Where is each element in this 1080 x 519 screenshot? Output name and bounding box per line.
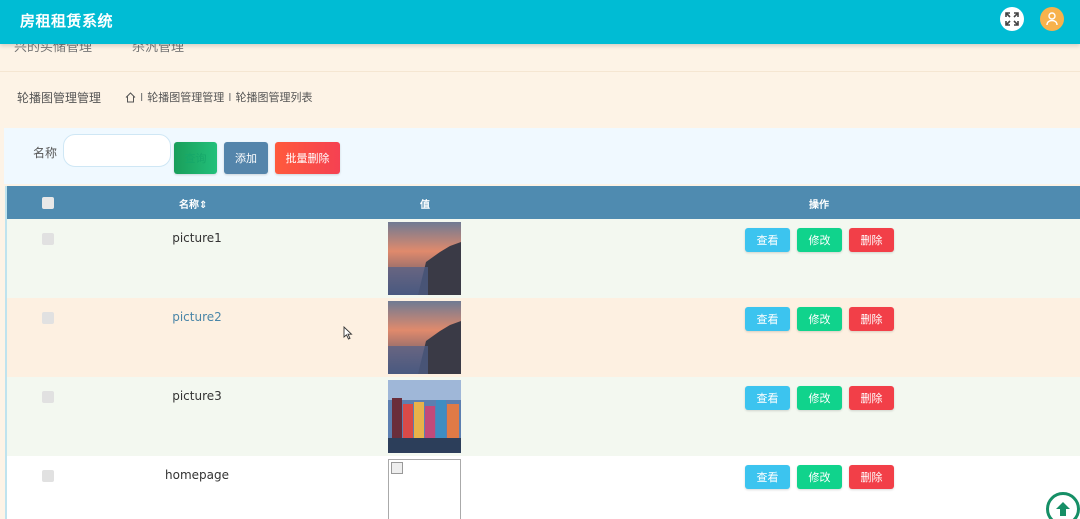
top-bar: 房租租赁系统 (0, 0, 1080, 44)
colorful-buildings-image (388, 380, 461, 453)
search-button[interactable]: 查询 (174, 142, 217, 174)
delete-button[interactable]: 删除 (849, 465, 894, 489)
batch-delete-button[interactable]: 批量删除 (275, 142, 340, 174)
nav-tabs: 兴的买储管理 杀汎管理 (0, 44, 1080, 72)
fullscreen-icon (1005, 12, 1019, 26)
table-row: picture3 查看 修改 删除 (7, 377, 1080, 456)
table-row: picture1 查看 修改 删除 (7, 219, 1080, 298)
row-name: picture3 (172, 389, 222, 403)
nav-tab[interactable]: 兴的买储管理 (14, 44, 92, 55)
table-row: picture2 查看 修改 删除 (7, 298, 1080, 377)
edit-button[interactable]: 修改 (797, 386, 842, 410)
breadcrumb-link[interactable]: 轮播图管理管理 (147, 89, 224, 105)
view-button[interactable]: 查看 (745, 228, 790, 252)
row-image (388, 301, 461, 374)
row-name: picture2 (172, 310, 222, 324)
select-all-checkbox[interactable] (42, 197, 54, 209)
column-header-value: 值 (420, 200, 430, 211)
breadcrumb-separator: I (140, 90, 144, 104)
column-header-name[interactable]: 名称⇕ (179, 196, 207, 211)
data-table: 名称⇕ 值 操作 picture1 查看 修改 删除 picture2 查看 修… (5, 186, 1080, 519)
scroll-to-top-button[interactable] (1046, 492, 1080, 519)
arrow-up-icon (1056, 502, 1070, 516)
column-header-actions: 操作 (809, 200, 829, 211)
edit-button[interactable]: 修改 (797, 465, 842, 489)
breadcrumb-current: 轮播图管理列表 (235, 91, 313, 104)
name-filter-label: 名称 (33, 146, 58, 160)
broken-image-placeholder (388, 459, 461, 519)
filter-panel: 名称 查询 添加 批量删除 (4, 128, 1080, 184)
edit-button[interactable]: 修改 (797, 228, 842, 252)
sunset-coast-image (388, 222, 461, 295)
page-title: 轮播图管理管理 (17, 91, 102, 105)
view-button[interactable]: 查看 (745, 465, 790, 489)
app-title: 房租租赁系统 (20, 12, 114, 30)
sunset-coast-image (388, 301, 461, 374)
table-header: 名称⇕ 值 操作 (7, 186, 1080, 219)
view-button[interactable]: 查看 (745, 307, 790, 331)
row-checkbox[interactable] (42, 312, 54, 324)
row-image (388, 380, 461, 453)
delete-button[interactable]: 删除 (849, 228, 894, 252)
mouse-cursor-icon (343, 326, 353, 340)
row-checkbox[interactable] (42, 391, 54, 403)
breadcrumb-separator: I (228, 90, 232, 104)
row-image (388, 222, 461, 295)
breadcrumb: 轮播图管理管理 I 轮播图管理管理 I 轮播图管理列表 (0, 75, 1080, 120)
row-name: picture1 (172, 231, 222, 245)
home-icon[interactable] (125, 91, 136, 103)
broken-image-icon (391, 462, 403, 474)
row-checkbox[interactable] (42, 470, 54, 482)
user-icon (1046, 12, 1058, 26)
add-button[interactable]: 添加 (224, 142, 268, 174)
fullscreen-button[interactable] (1000, 7, 1024, 31)
delete-button[interactable]: 删除 (849, 386, 894, 410)
name-search-input[interactable] (63, 134, 171, 167)
breadcrumb-trail: I 轮播图管理管理 I 轮播图管理列表 (125, 89, 313, 105)
edit-button[interactable]: 修改 (797, 307, 842, 331)
row-checkbox[interactable] (42, 233, 54, 245)
table-row: homepage 查看 修改 删除 (7, 456, 1080, 519)
view-button[interactable]: 查看 (745, 386, 790, 410)
user-avatar-button[interactable] (1040, 7, 1064, 31)
row-name: homepage (165, 468, 229, 482)
nav-tab[interactable]: 杀汎管理 (132, 44, 184, 55)
delete-button[interactable]: 删除 (849, 307, 894, 331)
